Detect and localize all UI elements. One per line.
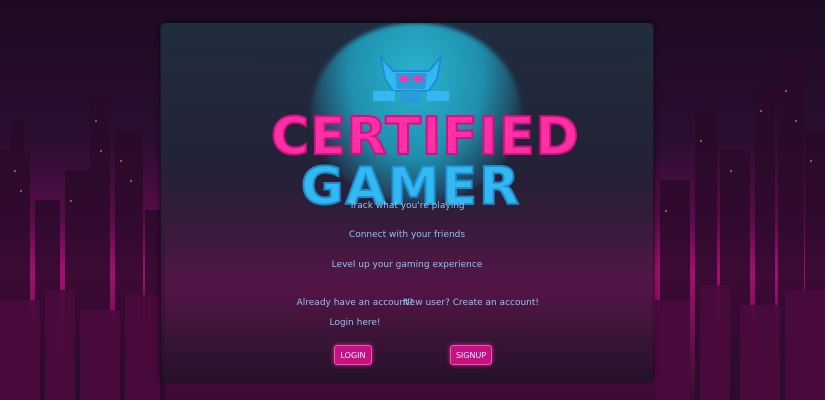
certified-gamer-logo: CERTIFIED GAMER <box>270 51 580 214</box>
login-button[interactable]: LOGIN <box>334 345 372 365</box>
logo-certified-text: CERTIFIED <box>270 107 580 167</box>
welcome-panel: CERTIFIED GAMER Track what you're playin… <box>160 22 654 382</box>
signup-prompt: New user? Create an account! <box>402 298 540 308</box>
tagline-level-up: Level up your gaming experience <box>331 260 483 270</box>
tagline-track: Track what you're playing <box>349 201 465 211</box>
tagline-connect: Connect with your friends <box>348 230 466 240</box>
signup-button[interactable]: SIGNUP <box>450 345 492 365</box>
horned-skull-icon <box>373 53 449 103</box>
